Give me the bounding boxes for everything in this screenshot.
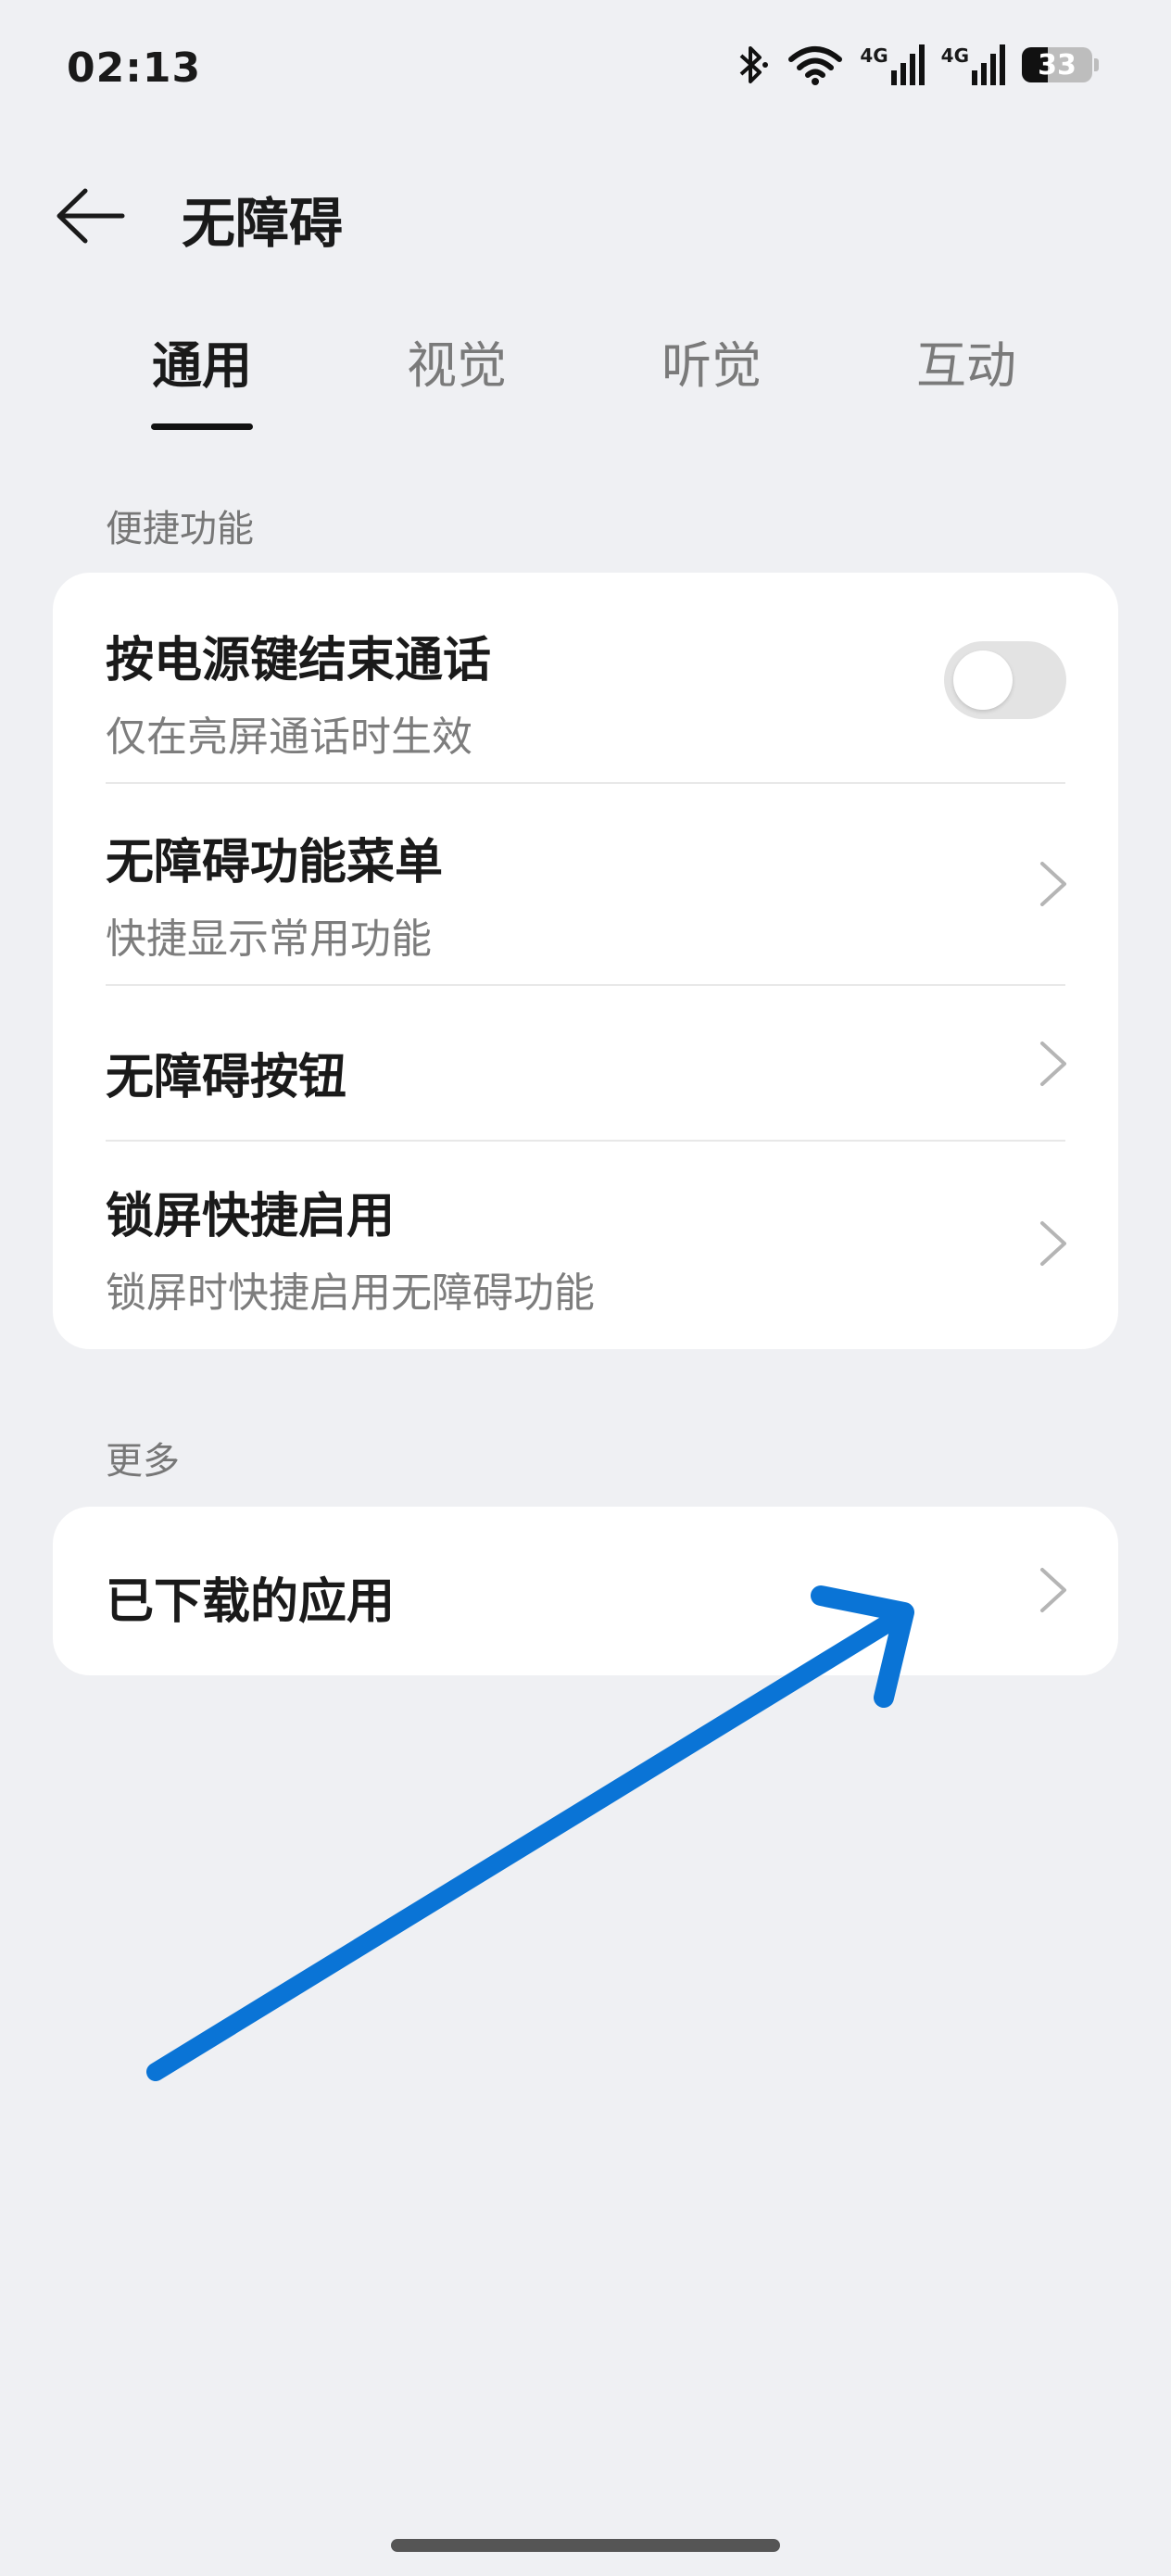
list-item-downloaded-apps[interactable]: 已下载的应用 <box>106 1562 1065 1632</box>
divider <box>106 1140 1065 1142</box>
network-label-1: 4G <box>860 44 888 67</box>
chevron-right-icon <box>1040 862 1066 906</box>
toggle-knob <box>953 650 1013 710</box>
section-label-more: 更多 <box>106 1440 180 1483</box>
back-arrow-icon <box>57 188 125 244</box>
list-item-accessibility-button[interactable]: 无障碍按钮 <box>106 1038 1065 1107</box>
row-title: 已下载的应用 <box>106 1574 396 1630</box>
bluetooth-icon <box>739 46 769 83</box>
signal-4g-1: 4G <box>860 44 925 85</box>
divider <box>106 782 1065 784</box>
section-label-shortcuts: 便捷功能 <box>106 508 254 550</box>
chevron-right-icon <box>1040 1042 1066 1086</box>
network-label-2: 4G <box>940 44 969 67</box>
tab-interaction[interactable]: 互动 <box>874 324 1059 398</box>
status-icons: 4G 4G 33 <box>734 44 1099 85</box>
header: 无障碍 <box>0 158 1171 269</box>
tab-indicator <box>151 423 253 430</box>
page-title: 无障碍 <box>182 192 344 255</box>
signal-4g-2: 4G <box>941 44 1005 85</box>
tab-label: 通用 <box>152 336 252 395</box>
tab-label: 视觉 <box>407 336 507 395</box>
row-subtitle: 仅在亮屏通话时生效 <box>106 713 472 761</box>
list-item-lockscreen-shortcut[interactable]: 锁屏快捷启用 锁屏时快捷启用无障碍功能 <box>106 1177 1065 1319</box>
battery-tip <box>1094 58 1099 71</box>
tab-label: 互动 <box>916 336 1016 395</box>
chevron-right-icon <box>1040 1221 1066 1266</box>
row-subtitle: 锁屏时快捷启用无障碍功能 <box>106 1269 595 1317</box>
list-item-power-end-call[interactable]: 按电源键结束通话 仅在亮屏通话时生效 <box>106 621 1065 763</box>
tab-bar: 通用 视觉 听觉 互动 <box>0 324 1171 436</box>
status-time: 02:13 <box>67 44 202 92</box>
list-item-accessibility-menu[interactable]: 无障碍功能菜单 快捷显示常用功能 <box>106 823 1065 965</box>
row-title: 锁屏快捷启用 <box>106 1189 396 1244</box>
more-card: 已下载的应用 <box>53 1507 1118 1675</box>
status-bar: 02:13 4G 4G 33 <box>0 0 1171 139</box>
row-title: 按电源键结束通话 <box>106 633 492 688</box>
signal-icon <box>972 44 1005 85</box>
back-button[interactable] <box>52 183 126 248</box>
row-subtitle: 快捷显示常用功能 <box>106 915 432 963</box>
power-end-call-toggle[interactable] <box>944 641 1066 719</box>
wifi-icon <box>788 46 843 85</box>
tab-vision[interactable]: 视觉 <box>364 324 549 398</box>
home-indicator[interactable] <box>391 2539 780 2552</box>
shortcuts-card: 按电源键结束通话 仅在亮屏通话时生效 无障碍功能菜单 快捷显示常用功能 无障碍按… <box>53 573 1118 1349</box>
battery-level: 33 <box>1038 48 1077 82</box>
battery-icon: 33 <box>1022 47 1092 82</box>
divider <box>106 984 1065 986</box>
row-title: 无障碍按钮 <box>106 1050 347 1105</box>
tab-hearing[interactable]: 听觉 <box>619 324 804 398</box>
tab-label: 听觉 <box>661 336 762 395</box>
chevron-right-icon <box>1040 1568 1066 1612</box>
tab-general[interactable]: 通用 <box>109 324 295 430</box>
signal-icon <box>890 44 925 85</box>
row-title: 无障碍功能菜单 <box>106 835 444 890</box>
